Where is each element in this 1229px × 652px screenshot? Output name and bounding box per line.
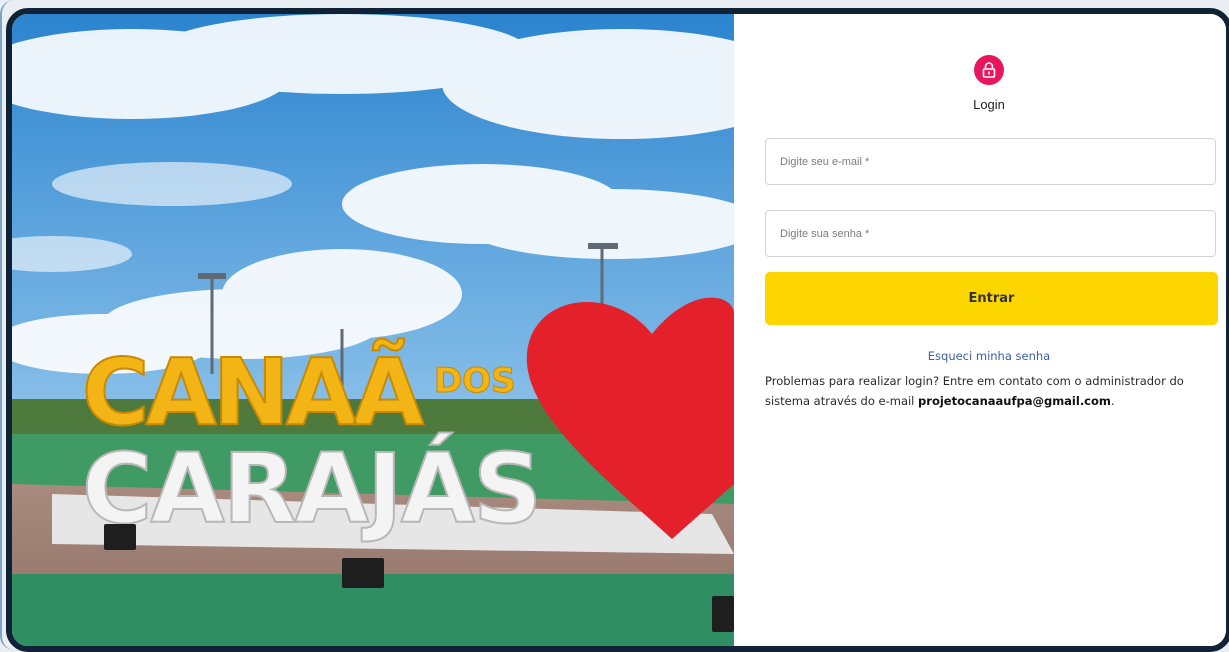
help-suffix: . [1110,394,1115,408]
hero-illustration: CANAÃ DOS CARAJÁS [12,14,734,646]
password-input[interactable] [778,226,1203,241]
page-title: Login [973,97,1005,112]
hero-sign-bottom: CARAJÁS [82,432,540,545]
login-panel: Login Entrar Esqueci minha senha Problem… [734,14,1226,646]
forgot-password-link[interactable]: Esqueci minha senha [734,349,1226,363]
password-field[interactable] [765,210,1216,257]
hero-sign-dos: DOS [434,361,516,401]
login-submit-button[interactable]: Entrar [765,272,1218,325]
admin-email: projetocanaaufpa@gmail.com [918,394,1111,408]
email-field[interactable] [765,138,1216,185]
email-input[interactable] [778,154,1203,169]
app-frame: CANAÃ DOS CARAJÁS Login Entrar [6,8,1229,652]
login-help-text: Problemas para realizar login? Entre em … [765,371,1226,411]
lock-badge [974,55,1004,85]
hero-sign-top: CANAÃ [82,338,424,446]
lock-icon [982,62,996,78]
hero-photo: CANAÃ DOS CARAJÁS [12,14,734,646]
